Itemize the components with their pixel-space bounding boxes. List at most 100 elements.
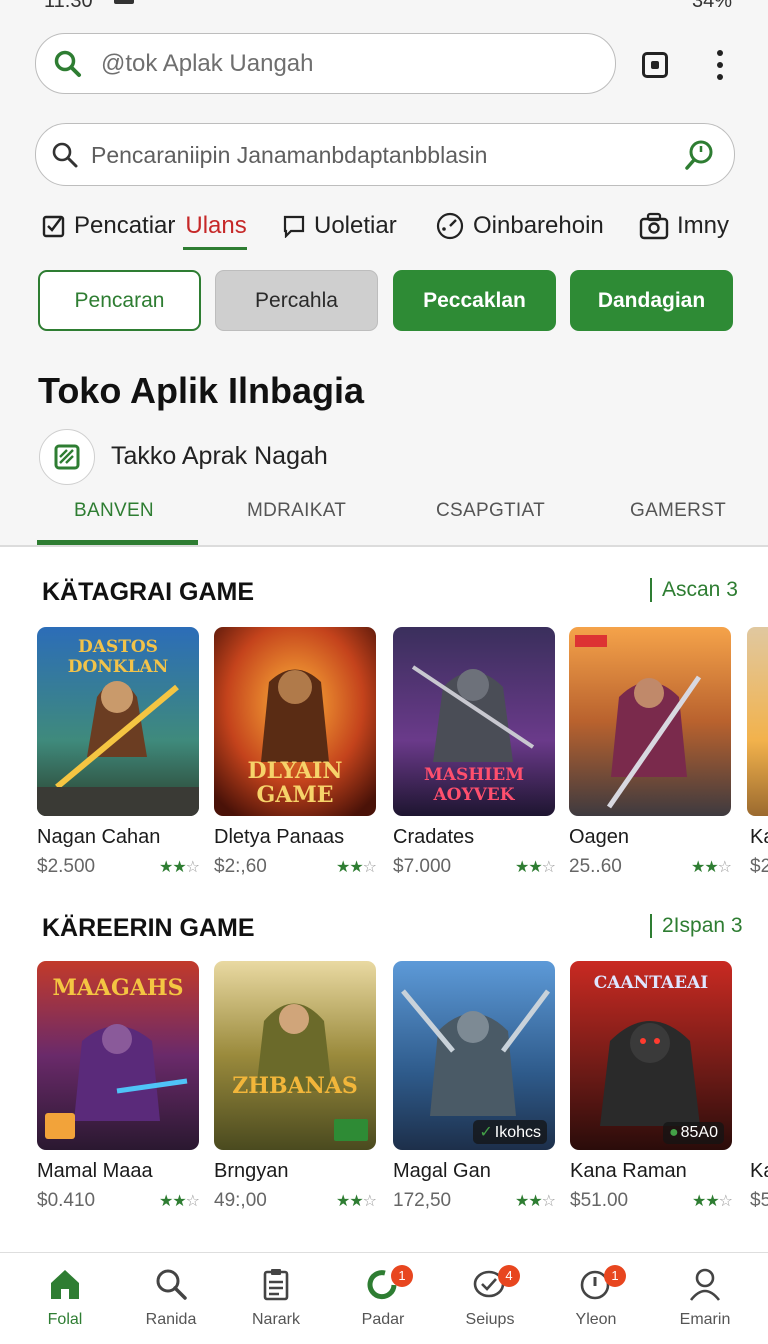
camera-icon bbox=[639, 212, 669, 240]
app-search-bar[interactable]: @tok Aplak Uangah bbox=[35, 33, 616, 94]
notification-badge: 1 bbox=[391, 1265, 413, 1287]
nav-item-yleon[interactable]: 1 Yleon bbox=[546, 1265, 646, 1329]
tab-csapgtiat[interactable]: CSAPGTIAT bbox=[436, 500, 545, 522]
game-price: $2 bbox=[750, 856, 768, 877]
game-card[interactable]: MAAGAHS Mamal Maaa $0.410 ★★☆ bbox=[37, 961, 200, 1212]
section-see-all-link[interactable]: 2Ispan 3 bbox=[650, 914, 743, 938]
divider bbox=[0, 545, 768, 547]
person-icon bbox=[689, 1268, 721, 1301]
notification-badge: 1 bbox=[604, 1265, 626, 1287]
rating-stars: ★★☆ bbox=[690, 859, 732, 876]
nav-item-profile[interactable]: Emarin bbox=[655, 1265, 755, 1329]
game-art-title: MAAGAHS bbox=[52, 975, 184, 1001]
chip-percahla[interactable]: Percahla bbox=[215, 270, 378, 331]
page-title: Toko Aplik Ilnbagia bbox=[38, 370, 365, 411]
price-badge: ● 85A0 bbox=[662, 1122, 724, 1144]
quick-tab-indicator bbox=[183, 247, 247, 250]
quick-tab-oinbarehoin[interactable]: Oinbarehoin bbox=[435, 206, 604, 246]
game-card[interactable]: MASHIEM AOYVEK Cradates $7.000 ★★☆ bbox=[393, 627, 556, 878]
store-icon bbox=[54, 444, 80, 470]
nav-item-home[interactable]: Folal bbox=[15, 1265, 115, 1329]
game-card[interactable]: CAANTAEAI ● 85A0 Kana Raman $51.00 ★★☆ bbox=[570, 961, 733, 1212]
rating-stars: ★★☆ bbox=[514, 1193, 556, 1210]
chat-icon bbox=[283, 215, 305, 238]
game-name: Nagan Cahan bbox=[37, 826, 161, 848]
nav-item-padar[interactable]: 1 Padar bbox=[333, 1265, 433, 1329]
game-card[interactable]: ✓ Ikohcs Magal Gan 172,50 ★★☆ bbox=[393, 961, 556, 1212]
nav-item-seiups[interactable]: 4 Seiups bbox=[440, 1265, 540, 1329]
app-search-placeholder: @tok Aplak Uangah bbox=[101, 50, 314, 77]
quick-tab-label: Imny bbox=[677, 212, 730, 239]
game-card-peek[interactable] bbox=[747, 627, 768, 816]
status-bar: 11:30 34% bbox=[0, 0, 768, 12]
game-name: Dletya Panaas bbox=[214, 826, 345, 848]
nav-label: Yleon bbox=[575, 1311, 617, 1328]
game-name: Ka bbox=[750, 1160, 768, 1182]
game-name: Cradates bbox=[393, 826, 475, 848]
search-icon bbox=[156, 1269, 187, 1300]
section-title: KÄTAGRAI GAME bbox=[42, 578, 255, 606]
quick-tab-imny[interactable]: Imny bbox=[639, 206, 729, 246]
chip-dandagian[interactable]: Dandagian bbox=[570, 270, 733, 331]
game-card[interactable]: DASTOS DONKLAN Nagan Cahan $2.500 ★★☆ bbox=[37, 627, 200, 878]
quick-tab-accent-label[interactable]: Ulans bbox=[185, 212, 246, 240]
checkbox-icon bbox=[42, 215, 65, 238]
game-name: Magal Gan bbox=[393, 1160, 491, 1182]
store-logo[interactable] bbox=[39, 429, 95, 485]
quick-tab-label: Uoletiar bbox=[314, 212, 397, 239]
rating-stars: ★★☆ bbox=[514, 859, 556, 876]
search-icon bbox=[52, 142, 78, 168]
tab-banven[interactable]: BANVEN bbox=[74, 500, 154, 522]
game-thumbnail: MASHIEM AOYVEK bbox=[393, 627, 555, 816]
game-card-peek[interactable] bbox=[747, 1110, 768, 1150]
game-name: Kana Raman bbox=[570, 1160, 687, 1182]
game-art-title: ZHBANAS bbox=[232, 1073, 358, 1099]
game-art-title: CAANTAEAI bbox=[593, 973, 709, 993]
game-card[interactable]: ZHBANAS Brngyan 49:,00 ★★☆ bbox=[214, 961, 377, 1212]
game-thumbnail bbox=[569, 627, 731, 816]
nav-label: Padar bbox=[361, 1311, 405, 1328]
tab-mdraikat[interactable]: MDRAIKAT bbox=[247, 500, 346, 522]
notification-icon bbox=[114, 0, 134, 4]
more-options-icon[interactable] bbox=[710, 50, 730, 80]
game-thumbnail: CAANTAEAI ● 85A0 bbox=[570, 961, 732, 1150]
game-name: Oagen bbox=[569, 826, 630, 848]
quick-tab-pencatiar[interactable]: Pencatiar Ulans bbox=[42, 206, 247, 246]
gauge-icon bbox=[436, 212, 464, 240]
game-art-title: DASTOS DONKLAN bbox=[67, 637, 169, 677]
section-title: KÄREERIN GAME bbox=[42, 914, 255, 942]
chip-pencaran[interactable]: Pencaran bbox=[38, 270, 201, 331]
search-input[interactable]: Pencaraniipin Janamanbdaptanbblasin bbox=[35, 123, 735, 186]
nav-item-search[interactable]: Ranida bbox=[121, 1265, 221, 1329]
section-see-all-link[interactable]: Ascan 3 bbox=[650, 578, 738, 602]
voice-search-icon[interactable] bbox=[682, 138, 716, 172]
game-art-title: MASHIEM AOYVEK bbox=[423, 765, 525, 805]
search-placeholder: Pencaraniipin Janamanbdaptanbblasin bbox=[91, 142, 488, 168]
game-card[interactable]: Oagen 25..60 ★★☆ bbox=[569, 627, 732, 878]
nav-item-narark[interactable]: Narark bbox=[226, 1265, 326, 1329]
game-name: Brngyan bbox=[214, 1160, 289, 1182]
nav-label: Folal bbox=[47, 1311, 83, 1328]
game-thumbnail: MAAGAHS bbox=[37, 961, 199, 1150]
nav-label: Ranida bbox=[145, 1311, 197, 1328]
clipboard-icon bbox=[263, 1269, 289, 1301]
quick-tab-uoletiar[interactable]: Uoletiar bbox=[282, 206, 397, 246]
nav-label: Narark bbox=[251, 1311, 300, 1328]
game-card[interactable]: DLYAIN GAME Dletya Panaas $2:,60 ★★☆ bbox=[214, 627, 377, 878]
tab-gamerst[interactable]: GAMERST bbox=[630, 500, 726, 522]
chip-peccaklan[interactable]: Peccaklan bbox=[393, 270, 556, 331]
rating-stars: ★★☆ bbox=[691, 1193, 733, 1210]
quick-tab-label: Oinbarehoin bbox=[473, 212, 604, 239]
quick-tab-label: Pencatiar bbox=[74, 212, 176, 239]
game-card-peek-text: Ka $2 bbox=[750, 816, 768, 878]
status-time: 11:30 bbox=[44, 0, 93, 12]
nav-label: Seiups bbox=[465, 1311, 515, 1328]
game-card-peek-text: Ka $5 bbox=[750, 1150, 768, 1212]
verified-badge: ✓ Ikohcs bbox=[473, 1120, 547, 1144]
game-thumbnail: DLYAIN GAME bbox=[214, 627, 376, 816]
rating-stars: ★★☆ bbox=[158, 1193, 200, 1210]
scan-button[interactable] bbox=[642, 52, 668, 78]
rating-stars: ★★☆ bbox=[335, 859, 377, 876]
search-icon bbox=[54, 50, 81, 77]
store-name[interactable]: Takko Aprak Nagah bbox=[111, 442, 328, 471]
